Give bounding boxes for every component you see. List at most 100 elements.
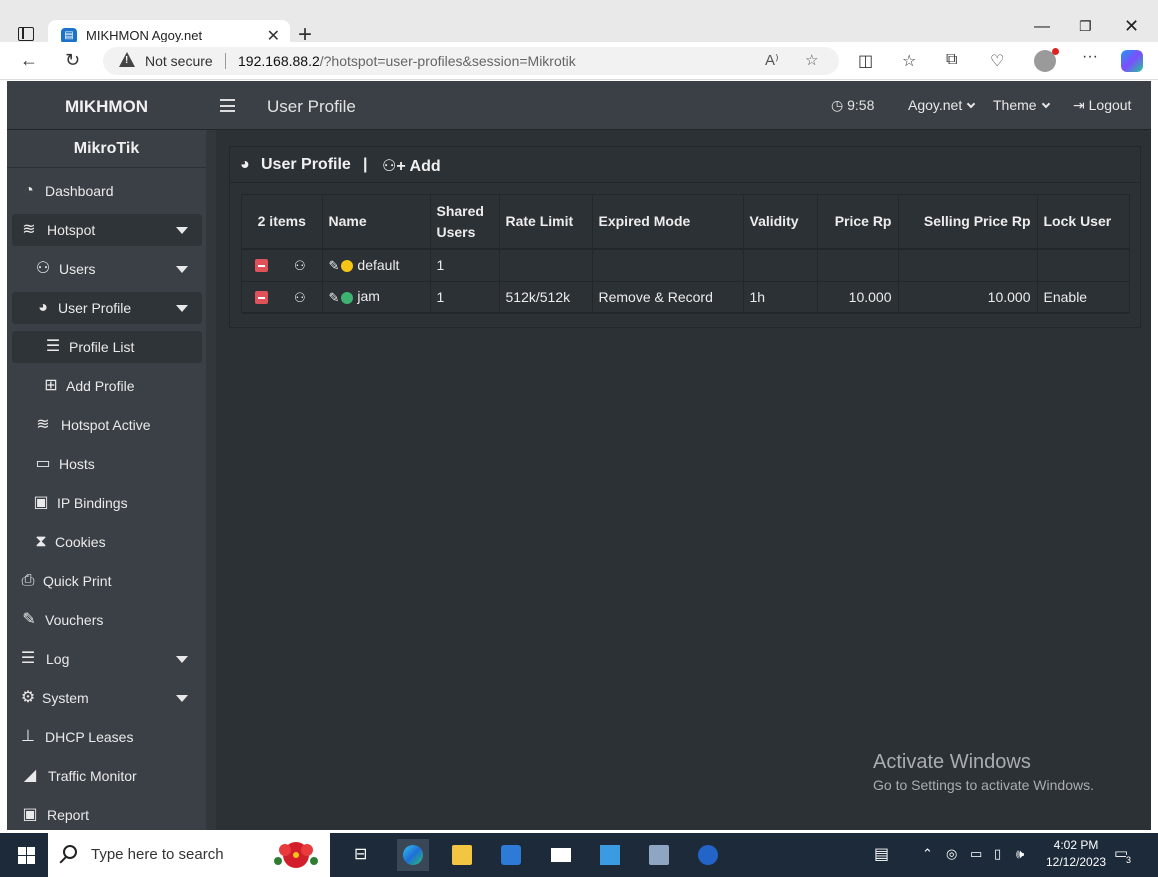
add-profile-link[interactable]: ⚇+ Add: [382, 156, 441, 176]
store-logo: [501, 845, 521, 865]
rate-limit-cell: [499, 249, 593, 282]
profile-avatar-icon[interactable]: [1034, 48, 1059, 72]
column-header-rate-limit[interactable]: Rate Limit: [499, 195, 593, 250]
meet-now-icon[interactable]: ◎: [946, 846, 957, 862]
start-tile: [27, 856, 35, 864]
profile-name[interactable]: jam: [357, 288, 380, 304]
split-screen-icon[interactable]: ◫: [858, 51, 873, 71]
sidebar-item-hotspot[interactable]: ≋ Hotspot: [12, 214, 202, 246]
profile-name[interactable]: default: [357, 257, 399, 273]
sidebar-title: MikroTik: [7, 130, 206, 168]
profile-table: 2 items Name Shared Users Rate Limit Exp…: [242, 195, 1129, 314]
caret-down-icon: [176, 266, 188, 273]
delete-icon[interactable]: [255, 291, 268, 305]
windows-start-icon[interactable]: [18, 847, 35, 864]
url-text[interactable]: 192.168.88.2/?hotspot=user-profiles&sess…: [238, 53, 576, 69]
sidebar-item-label: Cookies: [55, 534, 106, 550]
store-icon[interactable]: [495, 839, 527, 871]
clock: ◷ 9:58: [831, 97, 874, 114]
sidebar-item-profile-list[interactable]: ☰ Profile List: [12, 331, 202, 363]
task-view-icon[interactable]: ⊟: [347, 839, 379, 871]
url-path: /?hotspot=user-profiles&session=Mikrotik: [319, 53, 576, 69]
file-explorer-icon[interactable]: [446, 839, 478, 871]
system-clock[interactable]: 4:02 PM 12/12/2023: [1046, 837, 1106, 871]
logout-link[interactable]: ⇥ Logout: [1073, 97, 1131, 114]
users-icon[interactable]: ⚇: [294, 290, 306, 306]
search-placeholder: Type here to search: [91, 846, 224, 863]
sidebar-item-traffic-monitor[interactable]: ◢ Traffic Monitor: [12, 760, 202, 792]
browser-essentials-icon[interactable]: ♡: [990, 51, 1004, 71]
column-header-name[interactable]: Name: [322, 195, 431, 250]
activate-windows-subtitle: Go to Settings to activate Windows.: [873, 777, 1094, 793]
url-divider: [225, 53, 226, 69]
sidebar-item-report[interactable]: ▣ Report: [12, 799, 202, 831]
brand-title[interactable]: MIKHMON: [7, 81, 206, 130]
delete-icon[interactable]: [255, 259, 268, 273]
more-menu-icon[interactable]: ···: [1082, 48, 1098, 66]
column-header-shared-users[interactable]: Shared Users: [430, 195, 500, 250]
price-cell: 10.000: [817, 281, 899, 314]
sidebar-item-log[interactable]: ☰ Log: [12, 643, 202, 675]
sidebar-item-cookies[interactable]: ⧗ Cookies: [12, 526, 202, 558]
column-header-expired-mode[interactable]: Expired Mode: [592, 195, 744, 250]
sidebar-item-quick-print[interactable]: ⎙ Quick Print: [12, 565, 202, 597]
favorites-icon[interactable]: ☆: [902, 51, 916, 71]
sidebar-item-label: Quick Print: [43, 573, 112, 589]
sidebar-item-system[interactable]: ⚙ System: [12, 682, 202, 714]
volume-icon[interactable]: 🕪: [1016, 846, 1024, 862]
column-header-selling-price[interactable]: Selling Price Rp: [898, 195, 1038, 250]
edit-icon[interactable]: ✎: [329, 258, 340, 274]
window-close-icon[interactable]: ✕: [1124, 16, 1139, 37]
sidebar-item-dashboard[interactable]: ◔ Dashboard: [12, 175, 202, 207]
collections-icon[interactable]: ⧉: [946, 51, 957, 69]
control-panel-icon[interactable]: [594, 839, 626, 871]
read-aloud-icon[interactable]: A⁾: [765, 51, 779, 69]
tab-actions-icon[interactable]: [18, 27, 34, 41]
sidebar-item-vouchers[interactable]: ✎ Vouchers: [12, 604, 202, 636]
session-dropdown[interactable]: Agoy.net: [908, 97, 976, 113]
url-bar[interactable]: Not secure 192.168.88.2/?hotspot=user-pr…: [103, 47, 839, 75]
minimize-icon[interactable]: —: [1034, 18, 1050, 36]
money-icon: ▣: [22, 806, 38, 823]
server-manager-icon[interactable]: [643, 839, 675, 871]
column-header-validity[interactable]: Validity: [743, 195, 818, 250]
profile-table-container: 2 items Name Shared Users Rate Limit Exp…: [241, 194, 1130, 314]
sidebar-item-hotspot-active[interactable]: ≋ Hotspot Active: [12, 409, 202, 441]
sidebar-item-add-profile[interactable]: ⊞ Add Profile: [12, 370, 202, 402]
sidebar-item-hosts[interactable]: ▭ Hosts: [12, 448, 202, 480]
favorite-star-icon[interactable]: ☆: [805, 51, 818, 69]
column-header-lock-user[interactable]: Lock User: [1037, 195, 1129, 250]
network-icon[interactable]: ▯: [994, 846, 1001, 862]
not-secure-label[interactable]: Not secure: [145, 53, 213, 69]
mikhmon-app: MIKHMON User Profile ◷ 9:58 Agoy.net The…: [7, 81, 1151, 830]
theme-dropdown[interactable]: Theme: [993, 97, 1050, 113]
poinsettia-icon: [274, 842, 318, 868]
taskbar-search[interactable]: Type here to search: [48, 833, 330, 877]
tab-title: MIKHMON Agoy.net: [86, 28, 203, 43]
selling-price-cell: 10.000: [898, 281, 1038, 314]
price-cell: [817, 249, 899, 282]
sidebar-item-ip-bindings[interactable]: ▣ IP Bindings: [12, 487, 202, 519]
winbox-icon[interactable]: [692, 839, 724, 871]
lock-user-cell: [1037, 249, 1129, 282]
battery-icon[interactable]: ▭: [970, 846, 982, 862]
clock-time: 9:58: [847, 97, 875, 113]
edge-taskbar-icon[interactable]: [397, 839, 429, 871]
sidebar-item-label: Dashboard: [45, 183, 114, 199]
sidebar-item-dhcp-leases[interactable]: ⊥ DHCP Leases: [12, 721, 202, 753]
refresh-icon[interactable]: ↻: [65, 50, 80, 71]
chevron-up-icon[interactable]: ⌃: [922, 846, 933, 862]
sidebar-item-users[interactable]: ⚇ Users: [12, 253, 202, 285]
edit-icon[interactable]: ✎: [329, 290, 340, 306]
clock-date: 12/12/2023: [1046, 855, 1107, 869]
hamburger-menu-icon[interactable]: [220, 99, 235, 112]
back-arrow-icon[interactable]: ←: [20, 50, 38, 71]
sidebar-item-label: User Profile: [58, 300, 132, 316]
restore-icon[interactable]: ❐: [1079, 18, 1092, 35]
mail-icon[interactable]: [545, 839, 577, 871]
copilot-icon[interactable]: [1121, 50, 1143, 72]
news-widget-icon[interactable]: ▤: [874, 844, 889, 864]
column-header-price[interactable]: Price Rp: [817, 195, 899, 250]
users-icon[interactable]: ⚇: [294, 258, 306, 274]
sidebar-item-user-profile[interactable]: ◕ User Profile: [12, 292, 202, 324]
